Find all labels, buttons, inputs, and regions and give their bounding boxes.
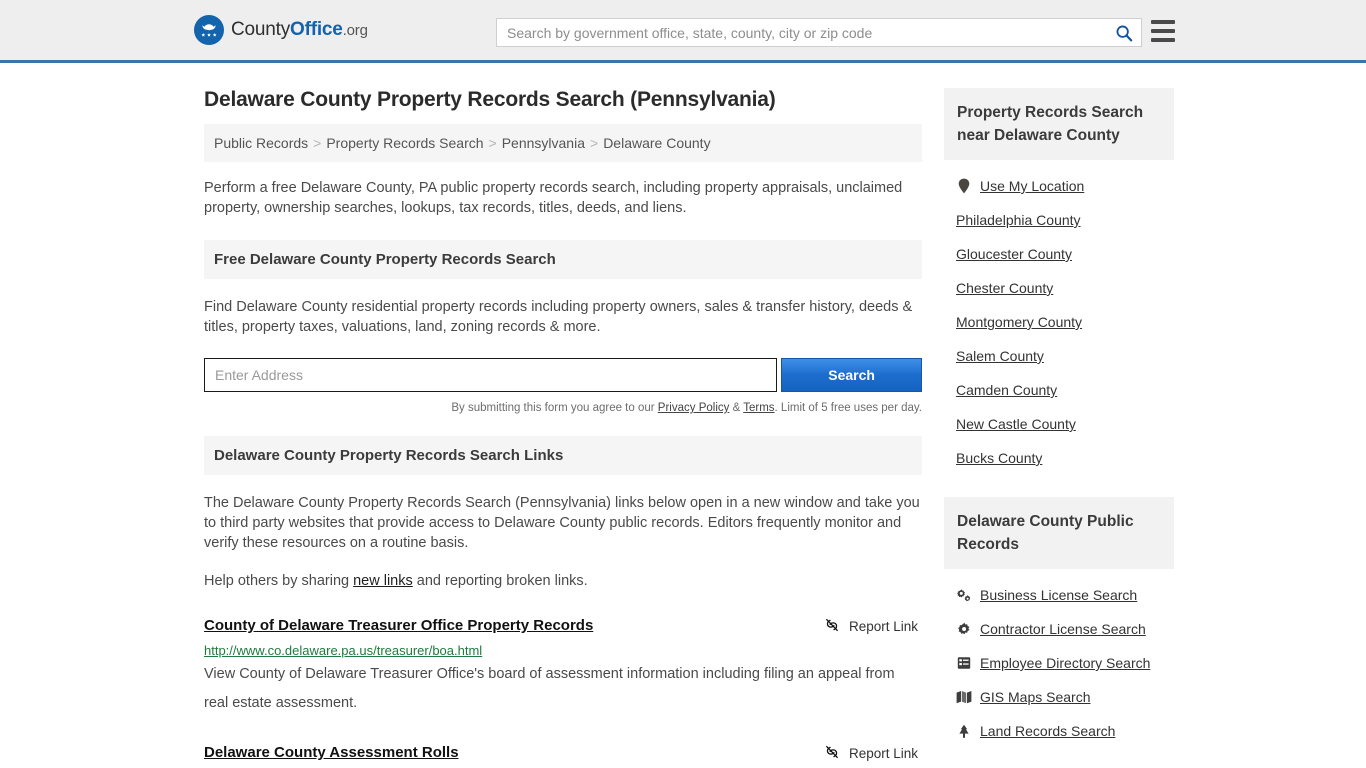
sidebar-item-label[interactable]: Bucks County [956, 450, 1042, 466]
result-title-link[interactable]: Delaware County Assessment Rolls [204, 744, 459, 761]
unlink-icon [824, 617, 840, 636]
sidebar-nearby-heading: Property Records Search near Delaware Co… [944, 88, 1174, 160]
site-header: CountyOffice.org [0, 0, 1366, 63]
sidebar-item-label[interactable]: New Castle County [956, 416, 1076, 432]
address-search-form: Search [204, 358, 922, 392]
tree-icon [956, 723, 972, 739]
sidebar-item-contractor-license-search[interactable]: Contractor License Search [956, 612, 1174, 646]
result-item: Delaware County Assessment Rolls Report … [204, 744, 922, 768]
breadcrumb-separator: > [590, 135, 599, 151]
sidebar-item-new-castle-county[interactable]: New Castle County [956, 407, 1174, 441]
sidebar-item-montgomery-county[interactable]: Montgomery County [956, 305, 1174, 339]
report-link-label: Report Link [848, 619, 918, 634]
sidebar-item-label[interactable]: GIS Maps Search [980, 689, 1091, 705]
privacy-policy-link[interactable]: Privacy Policy [658, 402, 730, 414]
cogs-icon [956, 587, 972, 603]
breadcrumb: Public Records > Property Records Search > P… [204, 124, 922, 162]
logo-county: County [231, 19, 291, 40]
result-header: Delaware County Assessment Rolls Report … [204, 744, 922, 763]
help-suffix: and reporting broken links. [412, 573, 588, 589]
breadcrumb-item-public-records[interactable]: Public Records [214, 135, 308, 151]
sidebar-item-land-records-search[interactable]: Land Records Search [956, 714, 1174, 748]
sidebar-item-label[interactable]: Gloucester County [956, 246, 1072, 262]
page-container: Delaware County Property Records Search … [0, 63, 1366, 768]
breadcrumb-separator: > [313, 135, 322, 151]
cog-icon [956, 621, 972, 637]
links-help-text: Help others by sharing new links and rep… [204, 571, 922, 591]
site-logo[interactable]: CountyOffice.org [194, 15, 368, 45]
breadcrumb-item-pennsylvania[interactable]: Pennsylvania [502, 135, 585, 151]
free-search-description: Find Delaware County residential propert… [204, 299, 913, 335]
free-search-heading: Free Delaware County Property Records Se… [204, 240, 922, 279]
disclaimer-prefix: By submitting this form you agree to our [451, 402, 658, 414]
sidebar: Property Records Search near Delaware Co… [944, 63, 1174, 768]
sidebar-item-use-my-location[interactable]: Use My Location [956, 169, 1174, 203]
sidebar-item-bucks-county[interactable]: Bucks County [956, 441, 1174, 475]
sidebar-public-records-list: Business License Search Contractor Licen… [944, 569, 1174, 748]
result-title-link[interactable]: County of Delaware Treasurer Office Prop… [204, 617, 593, 634]
sidebar-item-chester-county[interactable]: Chester County [956, 271, 1174, 305]
breadcrumb-item-property-records-search[interactable]: Property Records Search [326, 135, 483, 151]
breadcrumb-item-delaware-county[interactable]: Delaware County [603, 135, 710, 151]
result-url[interactable]: http://www.co.delaware.pa.us/treasurer/b… [204, 643, 922, 658]
global-search-input[interactable] [497, 19, 1107, 46]
page-intro-text: Perform a free Delaware County, PA publi… [204, 180, 903, 216]
sidebar-item-business-license-search[interactable]: Business License Search [956, 578, 1174, 612]
sidebar-item-label[interactable]: Employee Directory Search [980, 655, 1150, 671]
sidebar-item-label[interactable]: Philadelphia County [956, 212, 1081, 228]
report-link-button[interactable]: Report Link [824, 617, 922, 636]
sidebar-item-label[interactable]: Montgomery County [956, 314, 1082, 330]
search-icon[interactable] [1107, 19, 1141, 46]
page-title: Delaware County Property Records Search … [204, 88, 776, 111]
sidebar-item-gis-maps-search[interactable]: GIS Maps Search [956, 680, 1174, 714]
sidebar-nearby-list: Use My Location Philadelphia County Glou… [944, 160, 1174, 475]
terms-link[interactable]: Terms [743, 402, 774, 414]
map-icon [956, 689, 972, 705]
sidebar-item-label[interactable]: Use My Location [980, 178, 1084, 194]
sidebar-public-records-heading: Delaware County Public Records [944, 497, 1174, 569]
global-search-bar[interactable] [496, 18, 1142, 47]
search-button[interactable]: Search [781, 358, 922, 392]
main-content: Delaware County Property Records Search … [204, 63, 922, 768]
sidebar-item-employee-directory-search[interactable]: Employee Directory Search [956, 646, 1174, 680]
result-header: County of Delaware Treasurer Office Prop… [204, 617, 922, 636]
sidebar-item-philadelphia-county[interactable]: Philadelphia County [956, 203, 1174, 237]
sidebar-item-label[interactable]: Land Records Search [980, 723, 1115, 739]
result-description: View County of Delaware Treasurer Office… [204, 666, 895, 711]
sidebar-item-camden-county[interactable]: Camden County [956, 373, 1174, 407]
sidebar-item-label[interactable]: Camden County [956, 382, 1057, 398]
sidebar-item-label[interactable]: Salem County [956, 348, 1044, 364]
links-section-heading: Delaware County Property Records Search … [204, 436, 922, 475]
sidebar-item-label[interactable]: Business License Search [980, 587, 1137, 603]
sidebar-item-gloucester-county[interactable]: Gloucester County [956, 237, 1174, 271]
logo-org: .org [342, 22, 368, 39]
logo-office: Office [290, 19, 343, 40]
hamburger-menu-icon[interactable] [1151, 20, 1175, 42]
help-prefix: Help others by sharing [204, 573, 354, 589]
disclaimer-amp: & [729, 402, 744, 414]
links-section-description: The Delaware County Property Records Sea… [204, 495, 920, 551]
unlink-icon [824, 744, 840, 763]
new-links-link[interactable]: new links [353, 573, 413, 589]
report-link-button[interactable]: Report Link [824, 744, 922, 763]
result-item: County of Delaware Treasurer Office Prop… [204, 617, 922, 718]
address-input[interactable] [204, 358, 778, 392]
eagle-seal-icon [194, 15, 224, 45]
sidebar-item-salem-county[interactable]: Salem County [956, 339, 1174, 373]
breadcrumb-separator: > [488, 135, 497, 151]
sidebar-item-label[interactable]: Chester County [956, 280, 1053, 296]
sidebar-item-label[interactable]: Contractor License Search [980, 621, 1146, 637]
site-logo-text: CountyOffice.org [231, 19, 368, 41]
disclaimer-suffix: . Limit of 5 free uses per day. [774, 402, 922, 414]
list-alt-icon [956, 655, 972, 671]
form-disclaimer: By submitting this form you agree to our… [204, 402, 922, 414]
map-pin-icon [956, 178, 972, 194]
report-link-label: Report Link [848, 746, 918, 761]
